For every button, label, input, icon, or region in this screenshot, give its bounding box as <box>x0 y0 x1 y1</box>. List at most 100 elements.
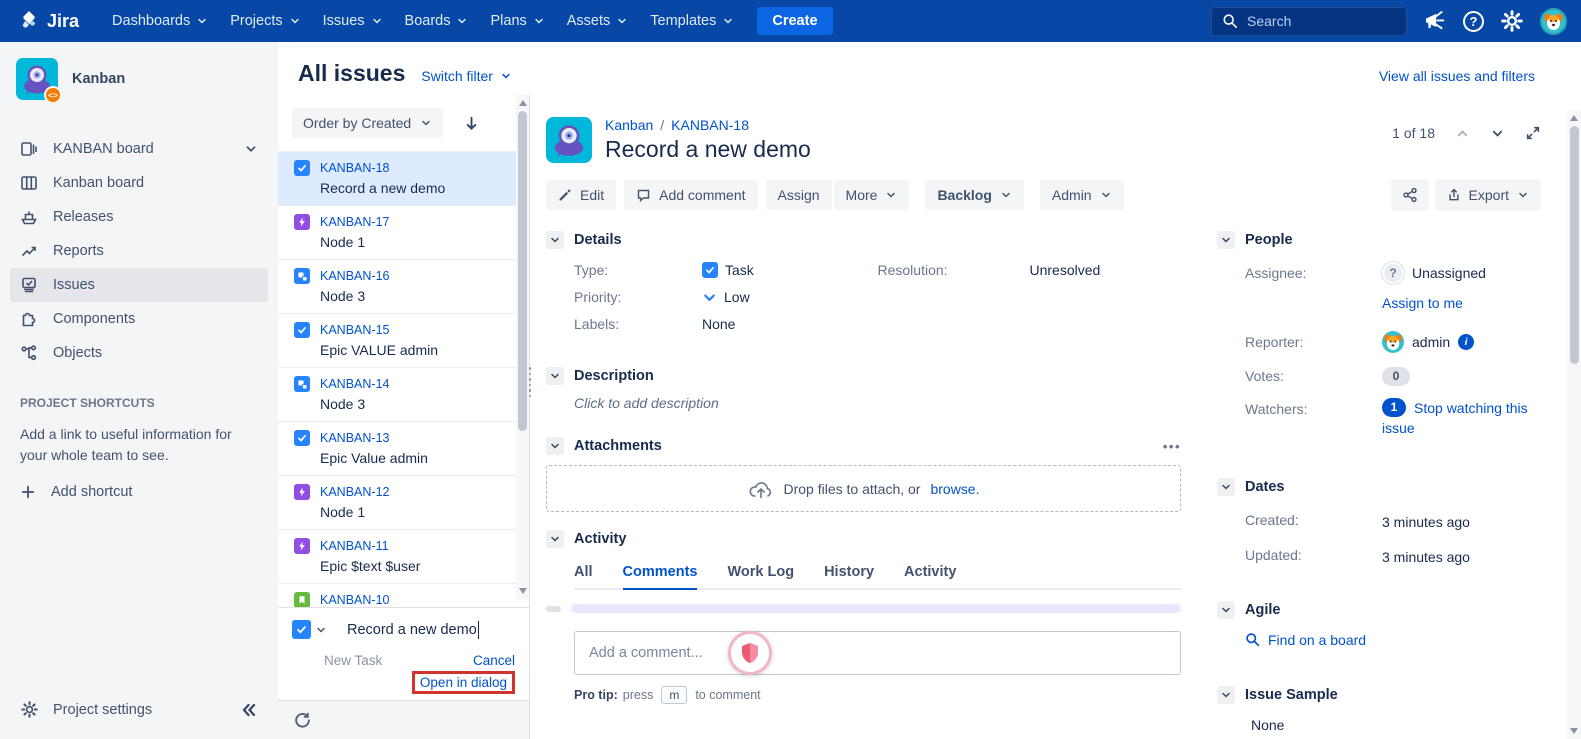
status-dropdown[interactable]: Backlog <box>925 180 1023 210</box>
issue-list-item[interactable]: KANBAN-17 Node 1 <box>278 205 529 259</box>
scroll-down-arrow[interactable] <box>1570 728 1578 734</box>
nav-menu-projects[interactable]: Projects <box>219 7 311 35</box>
description-placeholder[interactable]: Click to add description <box>574 395 719 411</box>
collapse-sidebar-button[interactable] <box>240 701 258 719</box>
info-icon[interactable]: i <box>1458 334 1474 350</box>
project-header[interactable]: <> Kanban <box>10 58 268 100</box>
issue-list-item[interactable]: KANBAN-11 Epic $text $user <box>278 529 529 583</box>
sidebar-item-kanban-board[interactable]: Kanban board <box>10 166 268 200</box>
issue-summary[interactable]: Node 3 <box>294 395 503 413</box>
issue-summary[interactable]: Epic $text $user <box>294 557 503 575</box>
new-issue-summary-input[interactable]: Record a new demo <box>347 621 479 639</box>
order-by-dropdown[interactable]: Order by Created <box>292 108 443 138</box>
cancel-link[interactable]: Cancel <box>473 653 515 668</box>
project-settings-link[interactable]: Project settings <box>53 702 152 718</box>
collapse-section-icon[interactable] <box>1217 231 1235 249</box>
tab-work-log[interactable]: Work Log <box>727 558 794 590</box>
tab-comments[interactable]: Comments <box>623 558 698 590</box>
edit-button[interactable]: Edit <box>546 180 616 210</box>
issue-key[interactable]: KANBAN-17 <box>320 215 389 229</box>
comment-input[interactable]: Add a comment... <box>574 631 1181 675</box>
nav-menu-assets[interactable]: Assets <box>556 7 640 35</box>
issue-list-item[interactable]: KANBAN-10 <box>278 583 529 607</box>
expand-icon[interactable] <box>1525 125 1541 141</box>
collapse-section-icon[interactable] <box>1217 478 1235 496</box>
help-icon[interactable]: ? <box>1463 11 1484 32</box>
chevron-down-icon[interactable] <box>244 142 258 156</box>
sort-direction-icon[interactable] <box>463 115 480 132</box>
refresh-icon[interactable] <box>293 711 312 730</box>
issue-list-item[interactable]: KANBAN-14 Node 3 <box>278 367 529 421</box>
issue-key[interactable]: KANBAN-16 <box>320 269 389 283</box>
view-all-issues-link[interactable]: View all issues and filters <box>1379 68 1535 84</box>
nav-menu-issues[interactable]: Issues <box>312 7 394 35</box>
issue-key[interactable]: KANBAN-10 <box>320 593 389 607</box>
nav-menu-templates[interactable]: Templates <box>639 7 745 35</box>
task-type-icon[interactable] <box>292 620 311 639</box>
issue-key[interactable]: KANBAN-13 <box>320 431 389 445</box>
tab-history[interactable]: History <box>824 558 874 590</box>
attachment-dropzone[interactable]: Drop files to attach, or browse. <box>546 465 1181 512</box>
user-avatar[interactable] <box>1540 8 1567 35</box>
collapse-section-icon[interactable] <box>546 231 564 249</box>
scroll-down-arrow[interactable] <box>519 588 527 594</box>
issue-summary[interactable]: Node 3 <box>294 287 503 305</box>
issue-key[interactable]: KANBAN-15 <box>320 323 389 337</box>
scrollbar-thumb[interactable] <box>1570 126 1579 364</box>
type-picker-chevron-icon[interactable] <box>315 624 327 636</box>
next-issue-icon[interactable] <box>1490 126 1505 141</box>
sidebar-item-kanban-board-group[interactable]: KANBAN board <box>10 132 268 166</box>
issue-list-item[interactable]: KANBAN-16 Node 3 <box>278 259 529 313</box>
votes-badge[interactable]: 0 <box>1382 367 1410 386</box>
collapse-section-icon[interactable] <box>1217 601 1235 619</box>
issue-list-item[interactable]: KANBAN-12 Node 1 <box>278 475 529 529</box>
add-comment-button[interactable]: Add comment <box>624 180 757 210</box>
sidebar-item-reports[interactable]: Reports <box>10 234 268 268</box>
sidebar-item-objects[interactable]: Objects <box>10 336 268 370</box>
attachments-more-options-icon[interactable]: ••• <box>1163 439 1181 454</box>
issue-key[interactable]: KANBAN-18 <box>320 161 389 175</box>
panel-resize-handle[interactable] <box>526 367 534 397</box>
sidebar-item-components[interactable]: Components <box>10 302 268 336</box>
nav-menu-boards[interactable]: Boards <box>394 7 480 35</box>
previous-issue-icon[interactable] <box>1455 126 1470 141</box>
tab-activity[interactable]: Activity <box>904 558 956 590</box>
scroll-up-arrow[interactable] <box>1570 115 1578 121</box>
add-shortcut-button[interactable]: Add shortcut <box>20 484 258 500</box>
open-in-dialog-link[interactable]: Open in dialog <box>420 675 507 690</box>
tab-all[interactable]: All <box>574 558 593 590</box>
browse-link[interactable]: browse. <box>930 481 979 497</box>
collapse-section-icon[interactable] <box>546 530 564 548</box>
reporter-value[interactable]: admin <box>1412 332 1450 352</box>
issue-list-item[interactable]: KANBAN-15 Epic VALUE admin <box>278 313 529 367</box>
assign-button[interactable]: Assign <box>766 180 832 210</box>
issue-list-item[interactable]: KANBAN-13 Epic Value admin <box>278 421 529 475</box>
issue-summary[interactable]: Epic VALUE admin <box>294 341 503 359</box>
page-scrollbar[interactable] <box>1567 110 1581 739</box>
find-on-board-link[interactable]: Find on a board <box>1245 632 1541 648</box>
sidebar-item-issues[interactable]: Issues <box>10 268 268 302</box>
reporter-avatar[interactable] <box>1382 331 1404 353</box>
issue-list-scrollbar[interactable] <box>516 95 529 599</box>
breadcrumb-issue-link[interactable]: KANBAN-18 <box>671 117 749 133</box>
issue-key[interactable]: KANBAN-14 <box>320 377 389 391</box>
settings-gear-icon[interactable] <box>1500 9 1524 33</box>
watchers-badge[interactable]: 1 <box>1382 398 1406 417</box>
nav-menu-plans[interactable]: Plans <box>479 7 555 35</box>
issue-summary[interactable]: Epic Value admin <box>294 449 503 467</box>
issue-summary[interactable]: Node 1 <box>294 233 503 251</box>
assign-to-me-link[interactable]: Assign to me <box>1382 293 1541 313</box>
create-button[interactable]: Create <box>757 7 832 35</box>
nav-menu-dashboards[interactable]: Dashboards <box>101 7 219 35</box>
scroll-up-arrow[interactable] <box>519 100 527 106</box>
issue-key[interactable]: KANBAN-11 <box>320 539 389 553</box>
global-search[interactable] <box>1211 7 1407 36</box>
breadcrumb-project-link[interactable]: Kanban <box>605 117 653 133</box>
issue-key[interactable]: KANBAN-12 <box>320 485 389 499</box>
sidebar-item-releases[interactable]: Releases <box>10 200 268 234</box>
admin-dropdown[interactable]: Admin <box>1040 180 1124 210</box>
jira-logo[interactable]: Jira <box>18 10 79 32</box>
search-input[interactable] <box>1247 13 1387 29</box>
share-button[interactable] <box>1391 179 1429 211</box>
announcements-icon[interactable] <box>1423 9 1447 33</box>
